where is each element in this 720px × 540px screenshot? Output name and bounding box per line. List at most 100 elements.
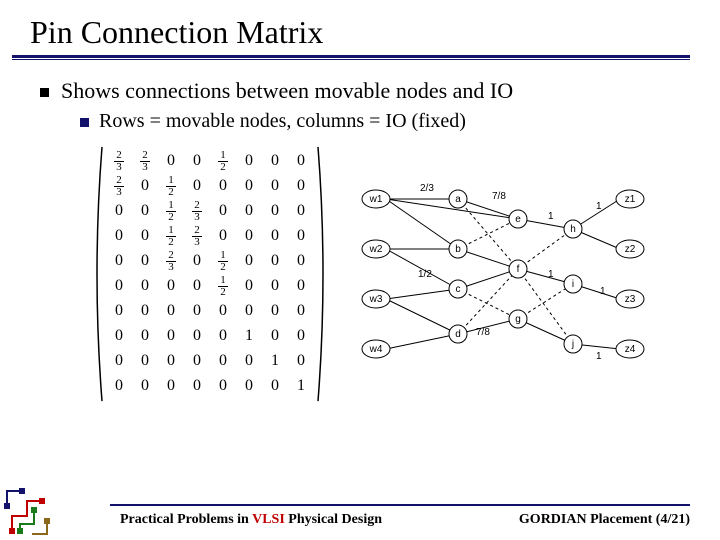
svg-text:w2: w2 bbox=[369, 244, 383, 255]
matrix-cell: 0 bbox=[132, 374, 158, 399]
matrix-cell: 0 bbox=[106, 324, 132, 349]
connection-graph: w1w2w3w4 z1z2z3z4 abcdefghij 2/37/81/27/… bbox=[358, 169, 648, 379]
matrix-cell: 0 bbox=[262, 299, 288, 324]
matrix-cell: 12 bbox=[158, 174, 184, 199]
right-paren-icon bbox=[316, 145, 330, 403]
svg-text:1: 1 bbox=[548, 269, 554, 280]
matrix-cell: 23 bbox=[184, 199, 210, 224]
matrix-cell: 12 bbox=[158, 224, 184, 249]
matrix-cell: 0 bbox=[132, 199, 158, 224]
matrix-cell: 0 bbox=[132, 224, 158, 249]
matrix-cell: 0 bbox=[236, 349, 262, 374]
svg-text:1: 1 bbox=[596, 201, 602, 212]
bullet-text: Shows connections between movable nodes … bbox=[61, 78, 513, 104]
matrix-cell: 0 bbox=[288, 149, 314, 174]
matrix-cell: 0 bbox=[236, 249, 262, 274]
svg-text:w3: w3 bbox=[369, 294, 383, 305]
svg-text:g: g bbox=[515, 314, 521, 325]
matrix-cell: 0 bbox=[210, 199, 236, 224]
svg-text:h: h bbox=[570, 224, 576, 235]
matrix-cell: 0 bbox=[184, 299, 210, 324]
matrix-cell: 0 bbox=[106, 249, 132, 274]
svg-text:d: d bbox=[455, 329, 461, 340]
matrix-cell: 0 bbox=[158, 149, 184, 174]
matrix-cell: 23 bbox=[158, 249, 184, 274]
matrix-cell: 1 bbox=[288, 374, 314, 399]
matrix-cell: 0 bbox=[132, 299, 158, 324]
matrix-cell: 0 bbox=[132, 174, 158, 199]
matrix-cell: 0 bbox=[210, 174, 236, 199]
matrix-cell: 0 bbox=[158, 374, 184, 399]
matrix-cell: 0 bbox=[184, 174, 210, 199]
matrix-cell: 0 bbox=[288, 199, 314, 224]
svg-text:7/8: 7/8 bbox=[476, 327, 490, 338]
corner-tree-icon bbox=[2, 476, 80, 538]
matrix-cell: 0 bbox=[132, 274, 158, 299]
footer: Practical Problems in VLSI Physical Desi… bbox=[0, 504, 720, 528]
matrix-cell: 0 bbox=[210, 299, 236, 324]
matrix-cell: 12 bbox=[210, 149, 236, 174]
svg-text:e: e bbox=[515, 214, 521, 225]
svg-text:z2: z2 bbox=[625, 244, 636, 255]
matrix-cell: 1 bbox=[262, 349, 288, 374]
matrix-cell: 0 bbox=[262, 199, 288, 224]
svg-text:b: b bbox=[455, 244, 461, 255]
matrix-cell: 0 bbox=[184, 274, 210, 299]
matrix-cell: 0 bbox=[288, 224, 314, 249]
matrix-cell: 0 bbox=[210, 349, 236, 374]
matrix-cell: 0 bbox=[236, 299, 262, 324]
pin-matrix: 2323001200023012000000012230000001223000… bbox=[90, 145, 330, 403]
svg-text:z3: z3 bbox=[625, 294, 636, 305]
matrix-cell: 12 bbox=[210, 249, 236, 274]
matrix-cell: 0 bbox=[262, 374, 288, 399]
page-title: Pin Connection Matrix bbox=[0, 0, 720, 55]
matrix-cell: 0 bbox=[236, 174, 262, 199]
matrix-cell: 0 bbox=[210, 324, 236, 349]
footer-vlsi: VLSI bbox=[252, 512, 285, 527]
svg-text:w4: w4 bbox=[369, 344, 383, 355]
matrix-cell: 0 bbox=[158, 324, 184, 349]
svg-text:j: j bbox=[571, 339, 574, 350]
matrix-cell: 0 bbox=[106, 349, 132, 374]
matrix-cell: 0 bbox=[262, 224, 288, 249]
svg-text:1/2: 1/2 bbox=[418, 269, 432, 280]
footer-rule bbox=[110, 504, 690, 506]
bullet-level1: Shows connections between movable nodes … bbox=[40, 78, 690, 104]
matrix-cell: 23 bbox=[132, 149, 158, 174]
matrix-cell: 0 bbox=[184, 349, 210, 374]
matrix-cell: 0 bbox=[288, 274, 314, 299]
svg-text:2/3: 2/3 bbox=[420, 183, 434, 194]
matrix-cell: 0 bbox=[236, 199, 262, 224]
matrix-cell: 0 bbox=[106, 199, 132, 224]
matrix-cell: 0 bbox=[288, 174, 314, 199]
matrix-cell: 0 bbox=[132, 324, 158, 349]
matrix-cell: 0 bbox=[132, 249, 158, 274]
matrix-cell: 12 bbox=[158, 199, 184, 224]
matrix-cell: 0 bbox=[236, 149, 262, 174]
matrix-cell: 0 bbox=[262, 274, 288, 299]
matrix-cell: 0 bbox=[106, 374, 132, 399]
svg-text:1: 1 bbox=[596, 351, 602, 362]
matrix-cell: 23 bbox=[106, 149, 132, 174]
footer-left: Practical Problems in VLSI Physical Desi… bbox=[120, 512, 382, 528]
square-bullet-icon bbox=[80, 118, 89, 127]
body: Shows connections between movable nodes … bbox=[0, 60, 720, 403]
matrix-cell: 0 bbox=[262, 149, 288, 174]
matrix-cell: 1 bbox=[236, 324, 262, 349]
bullet-text: Rows = movable nodes, columns = IO (fixe… bbox=[99, 110, 466, 133]
matrix-cell: 0 bbox=[288, 249, 314, 274]
matrix-cell: 0 bbox=[158, 349, 184, 374]
matrix-cell: 0 bbox=[106, 224, 132, 249]
matrix-cell: 23 bbox=[184, 224, 210, 249]
matrix-cell: 0 bbox=[210, 224, 236, 249]
matrix-cell: 0 bbox=[262, 249, 288, 274]
left-paren-icon bbox=[90, 145, 104, 403]
matrix-cell: 0 bbox=[262, 324, 288, 349]
svg-text:7/8: 7/8 bbox=[492, 191, 506, 202]
svg-text:z1: z1 bbox=[625, 194, 636, 205]
matrix-cell: 0 bbox=[106, 299, 132, 324]
footer-text: Physical Design bbox=[285, 512, 382, 527]
matrix-cell: 0 bbox=[236, 374, 262, 399]
matrix-cell: 0 bbox=[288, 324, 314, 349]
svg-text:z4: z4 bbox=[625, 344, 636, 355]
